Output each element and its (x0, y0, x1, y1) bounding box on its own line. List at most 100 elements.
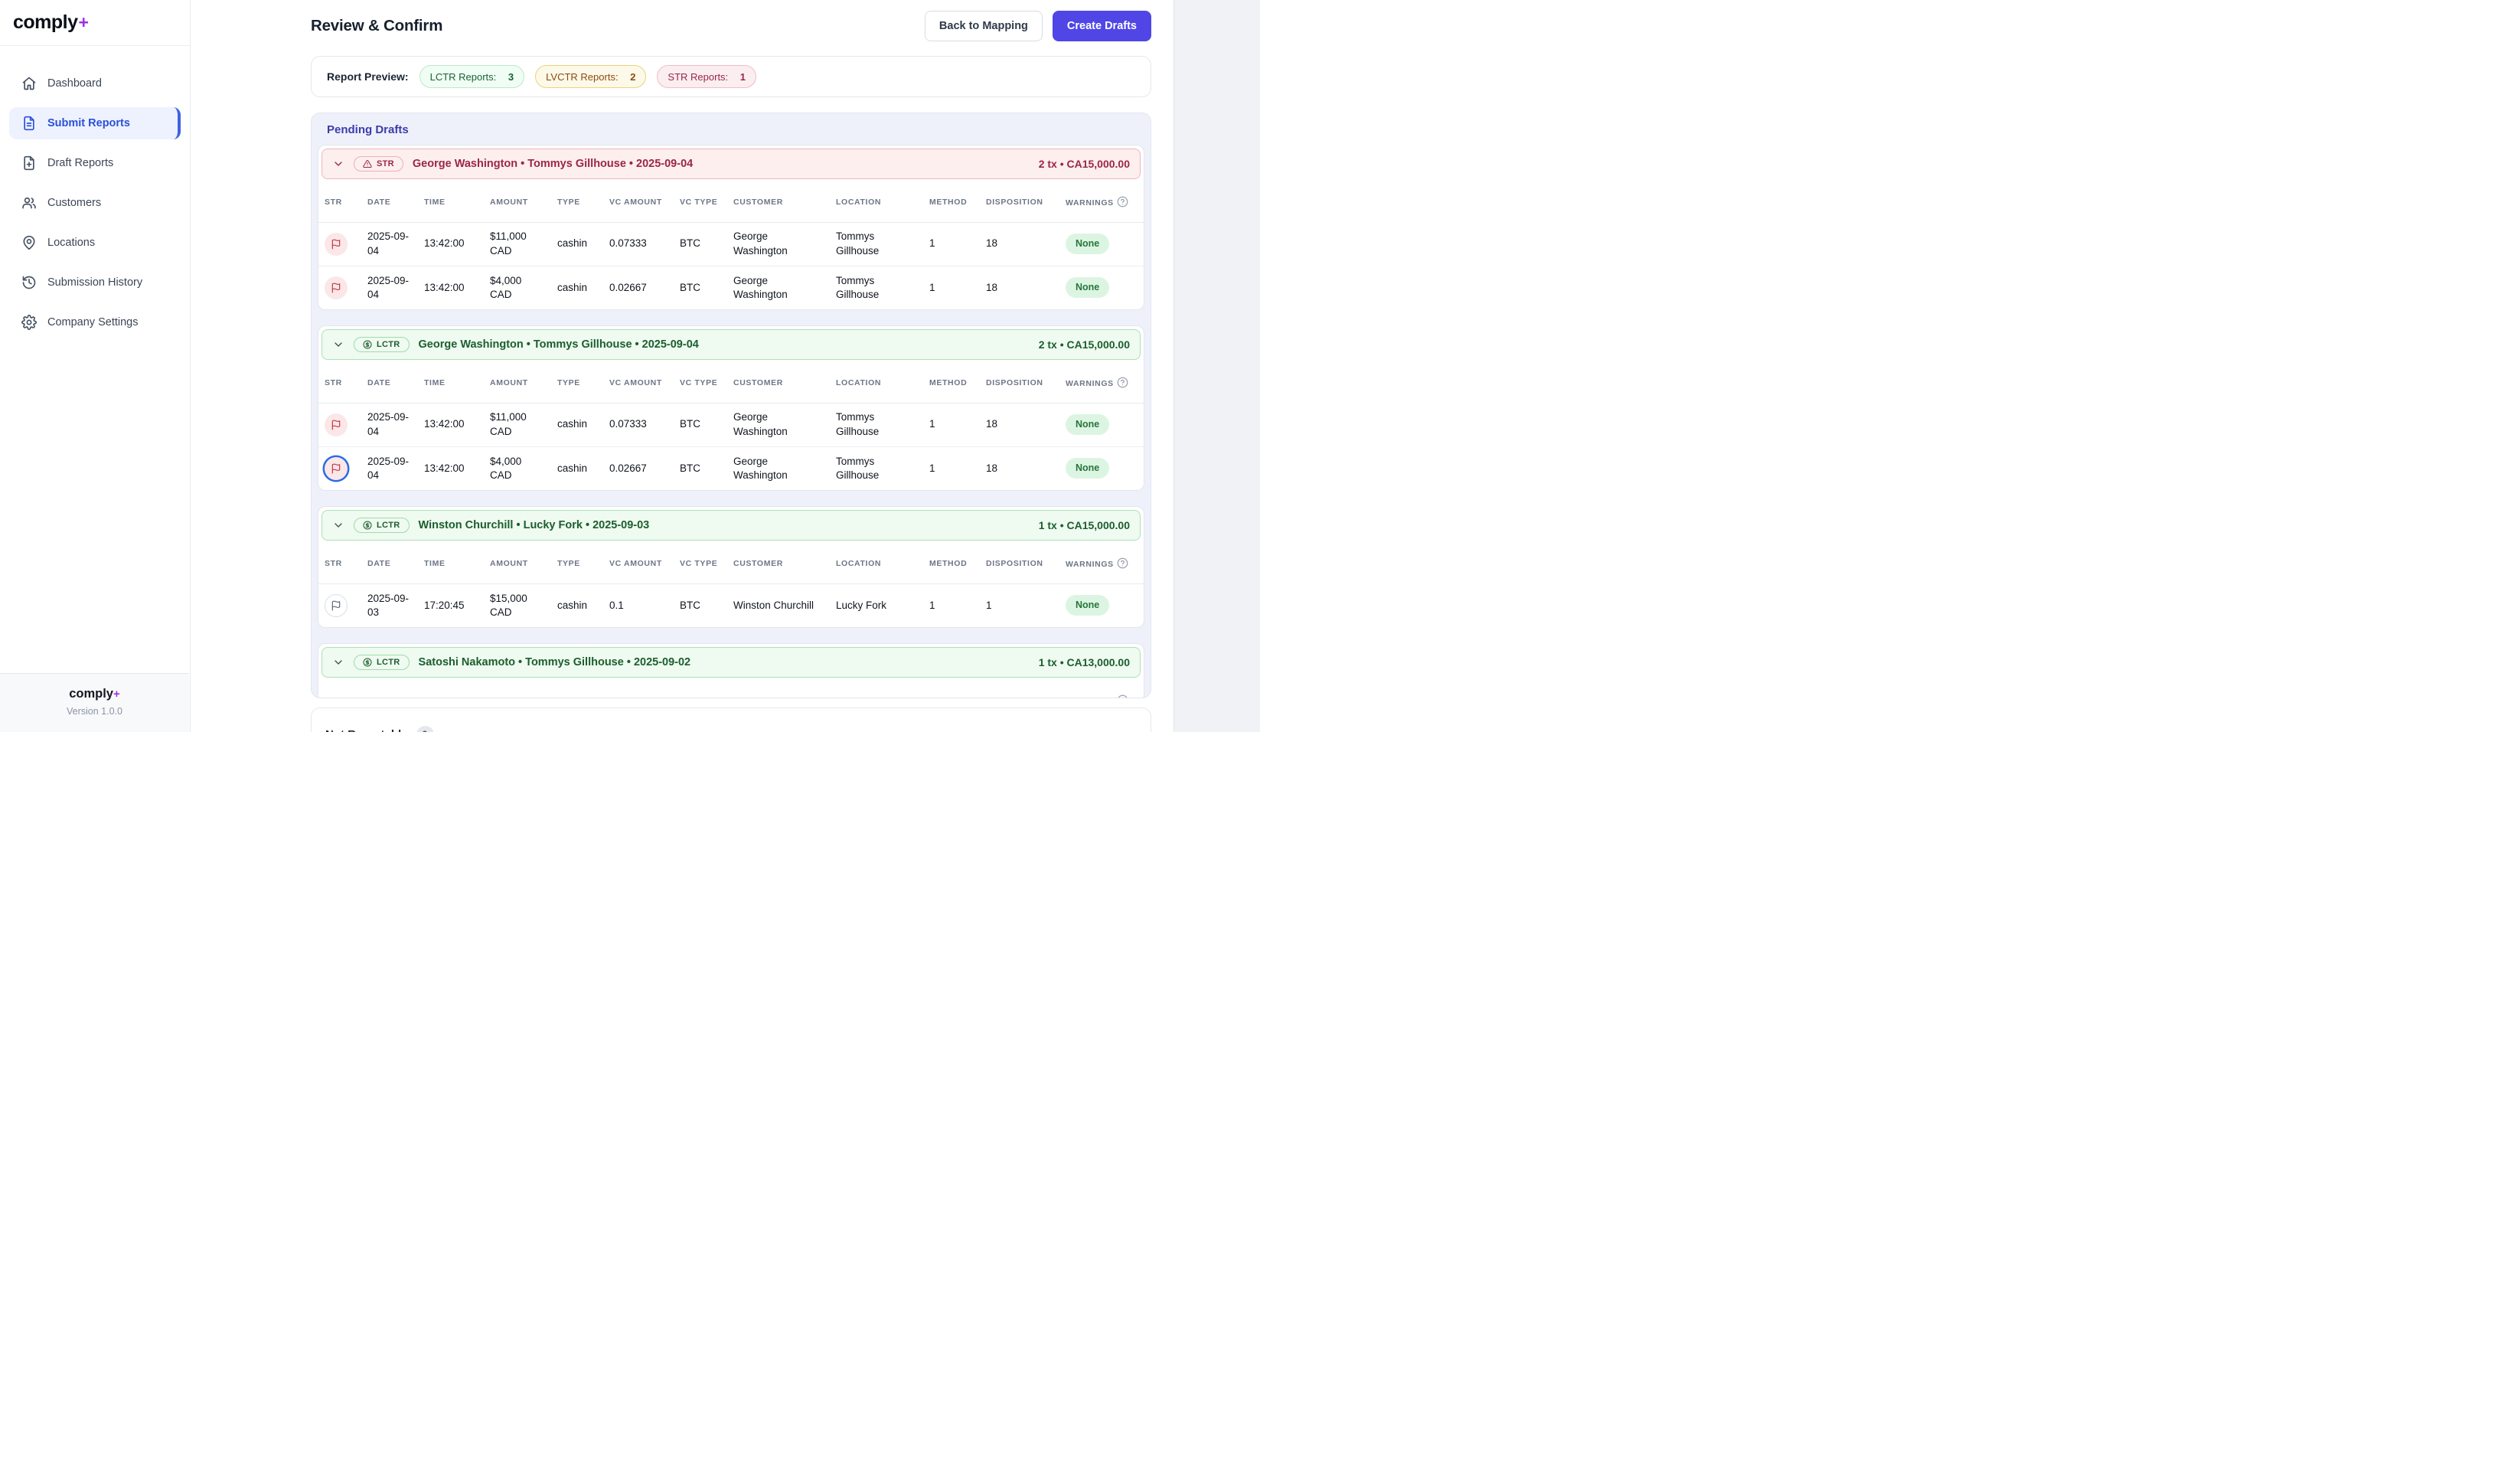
str-flag-button[interactable] (325, 276, 348, 299)
sidebar-item-label: Dashboard (47, 77, 102, 90)
draft-group-card: STR George Washington • Tommys Gillhouse… (318, 145, 1144, 310)
sidebar-item-company-settings[interactable]: Company Settings (9, 306, 181, 338)
group-title: George Washington • Tommys Gillhouse • 2… (419, 338, 699, 351)
draft-group-card: LCTR Satoshi Nakamoto • Tommys Gillhouse… (318, 643, 1144, 698)
column-header-time: TIME (418, 544, 484, 583)
column-header-date: DATE (361, 681, 418, 698)
column-header-vc-type: VC TYPE (674, 544, 727, 583)
group-header-lctr-3[interactable]: LCTR Satoshi Nakamoto • Tommys Gillhouse… (322, 647, 1141, 678)
column-header-amount: AMOUNT (484, 544, 551, 583)
group-summary: 2 tx • CA15,000.00 (1039, 338, 1130, 351)
column-header-date: DATE (361, 544, 418, 583)
table-header-row: STRDATETIMEAMOUNTTYPEVC AMOUNTVC TYPECUS… (318, 363, 1144, 403)
back-to-mapping-button[interactable]: Back to Mapping (925, 11, 1043, 41)
column-header-type: TYPE (551, 182, 603, 222)
flag-icon (331, 420, 341, 430)
cell-vc_type: BTC (674, 446, 727, 490)
cell-amount: $15,000 CAD (484, 583, 551, 627)
create-drafts-button[interactable]: Create Drafts (1053, 11, 1151, 41)
group-header-lctr-1[interactable]: LCTR George Washington • Tommys Gillhous… (322, 329, 1141, 360)
group-summary: 2 tx • CA15,000.00 (1039, 158, 1130, 170)
cell-time: 13:42:00 (418, 222, 484, 266)
transaction-row: 2025-09-0413:42:00$4,000 CADcashin0.0266… (318, 446, 1144, 490)
column-header-time: TIME (418, 182, 484, 222)
column-header-warnings: WARNINGS (1059, 544, 1144, 583)
warnings-help-icon[interactable] (1117, 377, 1128, 388)
cell-vc_amount: 0.07333 (603, 403, 674, 446)
cell-customer: George Washington (727, 266, 830, 309)
warnings-none-badge: None (1066, 595, 1109, 616)
chevron-down-icon (332, 338, 344, 351)
cell-method: 1 (923, 446, 980, 490)
column-header-location: LOCATION (830, 363, 923, 403)
not-reportable-panel[interactable]: Not Reportable 2 (311, 707, 1151, 732)
column-header-amount: AMOUNT (484, 182, 551, 222)
sidebar-item-label: Submit Reports (47, 117, 130, 129)
sidebar-item-customers[interactable]: Customers (9, 187, 181, 219)
report-type-badge: STR (354, 156, 403, 172)
column-header-method: METHOD (923, 681, 980, 698)
cell-type: cashin (551, 446, 603, 490)
warnings-help-icon[interactable] (1117, 694, 1128, 698)
column-header-warnings: WARNINGS (1059, 182, 1144, 222)
cell-warnings: None (1059, 446, 1144, 490)
cell-date: 2025-09-04 (361, 222, 418, 266)
column-header-amount: AMOUNT (484, 363, 551, 403)
sidebar-item-submission-history[interactable]: Submission History (9, 266, 181, 299)
flag-icon (331, 283, 341, 293)
transaction-row: 2025-09-0413:42:00$11,000 CADcashin0.073… (318, 403, 1144, 446)
column-header-str: STR (318, 182, 361, 222)
group-header-lctr-2[interactable]: LCTR Winston Churchill • Lucky Fork • 20… (322, 510, 1141, 541)
map-pin-icon (21, 235, 37, 250)
cell-vc_amount: 0.1 (603, 583, 674, 627)
cell-customer: George Washington (727, 403, 830, 446)
sidebar-item-locations[interactable]: Locations (9, 227, 181, 259)
transactions-table: STRDATETIMEAMOUNTTYPEVC AMOUNTVC TYPECUS… (318, 363, 1144, 490)
cell-vc_type: BTC (674, 222, 727, 266)
column-header-customer: CUSTOMER (727, 681, 830, 698)
sidebar-item-draft-reports[interactable]: Draft Reports (9, 147, 181, 179)
cell-customer: Winston Churchill (727, 583, 830, 627)
str-flag-button[interactable] (325, 594, 348, 617)
pending-groups: STR George Washington • Tommys Gillhouse… (318, 145, 1144, 698)
warnings-none-badge: None (1066, 234, 1109, 254)
column-header-vc-type: VC TYPE (674, 681, 727, 698)
cell-disposition: 18 (980, 266, 1059, 309)
warnings-none-badge: None (1066, 458, 1109, 479)
chevron-down-icon (332, 158, 344, 170)
column-header-type: TYPE (551, 363, 603, 403)
column-header-str: STR (318, 544, 361, 583)
report-preview-label: Report Preview: (327, 70, 409, 83)
main-area: Review & Confirm Back to Mapping Create … (191, 0, 1173, 732)
str-flag-button[interactable] (325, 457, 348, 480)
cell-disposition: 18 (980, 222, 1059, 266)
column-header-customer: CUSTOMER (727, 182, 830, 222)
str-flag-button[interactable] (325, 413, 348, 436)
warnings-help-icon[interactable] (1117, 196, 1128, 208)
sidebar-nav: Dashboard Submit Reports Draft Reports Cust… (0, 46, 190, 338)
str-flag-button[interactable] (325, 233, 348, 256)
column-header-vc-type: VC TYPE (674, 182, 727, 222)
page-title: Review & Confirm (311, 17, 442, 35)
cell-customer: George Washington (727, 446, 830, 490)
sidebar-item-dashboard[interactable]: Dashboard (9, 67, 181, 100)
sidebar-item-submit-reports[interactable]: Submit Reports (9, 107, 181, 139)
pending-drafts-panel: Pending Drafts STR George Washington • T… (311, 113, 1151, 698)
cell-time: 13:42:00 (418, 446, 484, 490)
flag-icon (331, 239, 341, 250)
column-header-disposition: DISPOSITION (980, 681, 1059, 698)
transactions-table: STRDATETIMEAMOUNTTYPEVC AMOUNTVC TYPECUS… (318, 182, 1144, 309)
sidebar-footer: comply+ Version 1.0.0 (0, 673, 189, 732)
group-header-str-0[interactable]: STR George Washington • Tommys Gillhouse… (322, 149, 1141, 179)
column-header-vc-amount: VC AMOUNT (603, 681, 674, 698)
column-header-customer: CUSTOMER (727, 544, 830, 583)
report-count-badge-str: STR Reports: 1 (657, 65, 756, 88)
settings-icon (21, 315, 37, 330)
cell-warnings: None (1059, 222, 1144, 266)
cell-vc_type: BTC (674, 266, 727, 309)
group-title: Winston Churchill • Lucky Fork • 2025-09… (419, 519, 650, 531)
cell-location: Tommys Gillhouse (830, 446, 923, 490)
cell-amount: $11,000 CAD (484, 403, 551, 446)
warnings-help-icon[interactable] (1117, 557, 1128, 569)
cell-customer: George Washington (727, 222, 830, 266)
